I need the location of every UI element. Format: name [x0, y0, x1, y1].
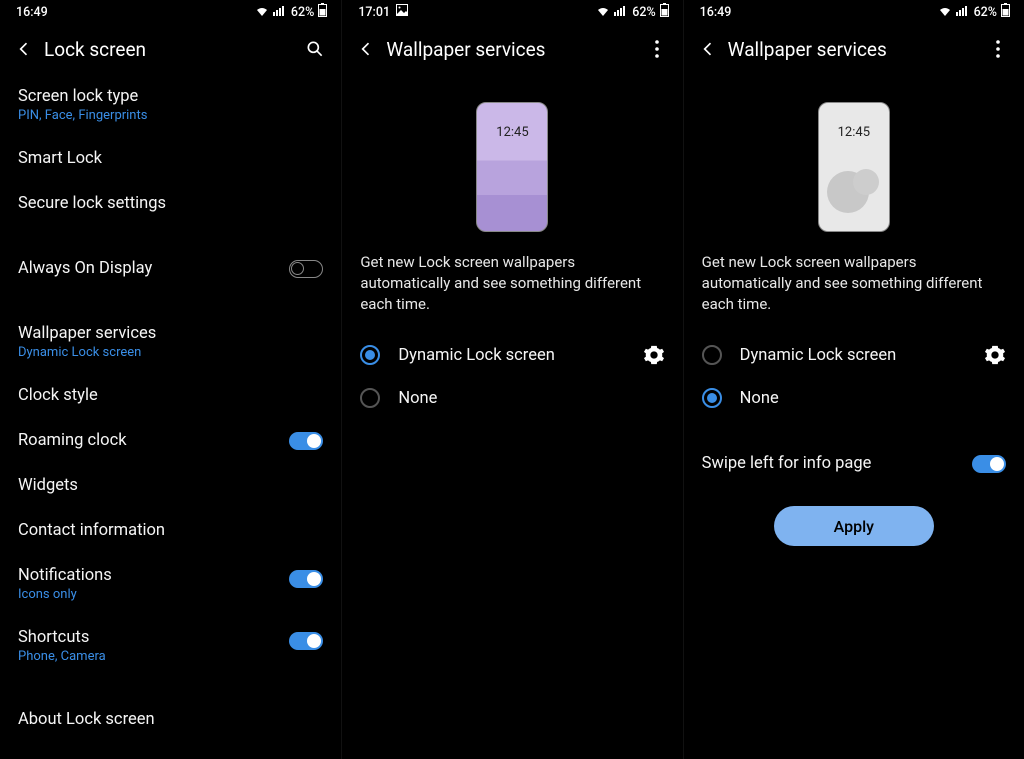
item-label: Wallpaper services: [18, 324, 323, 343]
item-sub: Icons only: [18, 587, 289, 602]
wifi-icon: [938, 5, 952, 20]
status-bar: 16:49 62%: [684, 0, 1024, 24]
toggle-shortcuts[interactable]: [289, 632, 323, 650]
item-label: Smart Lock: [18, 149, 323, 168]
header: Lock screen: [0, 24, 341, 74]
page-title: Lock screen: [44, 38, 146, 61]
radio-label: Dynamic Lock screen: [398, 346, 642, 365]
item-swipe-info-page[interactable]: Swipe left for info page: [684, 441, 1024, 486]
signal-icon: [273, 5, 287, 20]
item-smart-lock[interactable]: Smart Lock: [0, 136, 341, 181]
page-title: Wallpaper services: [728, 38, 887, 61]
item-label: Clock style: [18, 386, 323, 405]
item-label: Swipe left for info page: [702, 454, 972, 473]
radio-button[interactable]: [702, 345, 722, 365]
battery-icon: [1001, 3, 1010, 21]
radio-dynamic-lock-screen[interactable]: Dynamic Lock screen: [342, 333, 682, 377]
radio-button[interactable]: [360, 388, 380, 408]
item-label: Roaming clock: [18, 431, 289, 450]
battery-icon: [660, 3, 669, 21]
item-wallpaper-services[interactable]: Wallpaper services Dynamic Lock screen: [0, 311, 341, 373]
item-label: Always On Display: [18, 259, 289, 278]
item-screen-lock-type[interactable]: Screen lock type PIN, Face, Fingerprints: [0, 74, 341, 136]
toggle-roaming[interactable]: [289, 432, 323, 450]
toggle-notifications[interactable]: [289, 570, 323, 588]
description-text: Get new Lock screen wallpapers automatic…: [684, 252, 1024, 315]
status-bar: 16:49 62%: [0, 0, 341, 24]
search-button[interactable]: [299, 33, 331, 65]
pane-lock-screen: 16:49 62% Lock screen Screen lock type P…: [0, 0, 341, 759]
status-time: 17:01: [358, 5, 390, 20]
item-sub: Phone, Camera: [18, 649, 289, 664]
radio-dynamic-lock-screen[interactable]: Dynamic Lock screen: [684, 333, 1024, 377]
item-contact-information[interactable]: Contact information: [0, 508, 341, 553]
item-secure-lock-settings[interactable]: Secure lock settings: [0, 181, 341, 226]
wifi-icon: [596, 5, 610, 20]
battery-text: 62%: [632, 5, 655, 20]
toggle-swipe-info[interactable]: [972, 455, 1006, 473]
item-label: Shortcuts: [18, 628, 289, 647]
item-clock-style[interactable]: Clock style: [0, 373, 341, 418]
status-bar: 17:01 62%: [342, 0, 682, 24]
preview-clock: 12:45: [477, 125, 547, 140]
item-always-on-display[interactable]: Always On Display: [0, 246, 341, 291]
header: Wallpaper services: [684, 24, 1024, 74]
phone-preview: 12:45: [342, 74, 682, 252]
battery-icon: [318, 3, 327, 21]
wifi-icon: [255, 5, 269, 20]
phone-preview: 12:45: [684, 74, 1024, 252]
item-label: Contact information: [18, 521, 323, 540]
radio-button[interactable]: [360, 345, 380, 365]
radio-none[interactable]: None: [342, 377, 682, 419]
toggle-aod[interactable]: [289, 260, 323, 278]
item-label: Notifications: [18, 566, 289, 585]
radio-none[interactable]: None: [684, 377, 1024, 419]
item-label: About Lock screen: [18, 710, 323, 729]
item-sub: PIN, Face, Fingerprints: [18, 108, 323, 123]
header: Wallpaper services: [342, 24, 682, 74]
gear-icon[interactable]: [643, 344, 665, 366]
button-label: Apply: [834, 517, 874, 536]
radio-button[interactable]: [702, 388, 722, 408]
radio-label: None: [398, 389, 664, 408]
item-notifications[interactable]: Notifications Icons only: [0, 553, 341, 615]
status-time: 16:49: [700, 5, 732, 20]
status-time: 16:49: [16, 5, 48, 20]
battery-text: 62%: [974, 5, 997, 20]
pane-wallpaper-services-none: 16:49 62% Wallpaper services 12:45 Get n…: [683, 0, 1024, 759]
item-widgets[interactable]: Widgets: [0, 463, 341, 508]
item-label: Screen lock type: [18, 87, 323, 106]
gear-icon[interactable]: [984, 344, 1006, 366]
apply-button[interactable]: Apply: [774, 506, 934, 546]
item-roaming-clock[interactable]: Roaming clock: [0, 418, 341, 463]
description-text: Get new Lock screen wallpapers automatic…: [342, 252, 682, 315]
back-button[interactable]: [352, 35, 380, 63]
back-button[interactable]: [694, 35, 722, 63]
radio-label: Dynamic Lock screen: [740, 346, 984, 365]
item-label: Secure lock settings: [18, 194, 323, 213]
pane-wallpaper-services-dynamic: 17:01 62% Wallpaper services 12:45 Get n…: [341, 0, 682, 759]
item-shortcuts[interactable]: Shortcuts Phone, Camera: [0, 615, 341, 677]
radio-label: None: [740, 389, 1006, 408]
signal-icon: [614, 5, 628, 20]
more-button[interactable]: [982, 33, 1014, 65]
signal-icon: [956, 5, 970, 20]
item-sub: Dynamic Lock screen: [18, 345, 323, 360]
preview-clock: 12:45: [819, 125, 889, 140]
page-title: Wallpaper services: [386, 38, 545, 61]
back-button[interactable]: [10, 35, 38, 63]
item-about-lock-screen[interactable]: About Lock screen: [0, 697, 341, 742]
battery-text: 62%: [291, 5, 314, 20]
image-notification-icon: [396, 4, 408, 20]
more-button[interactable]: [641, 33, 673, 65]
item-label: Widgets: [18, 476, 323, 495]
